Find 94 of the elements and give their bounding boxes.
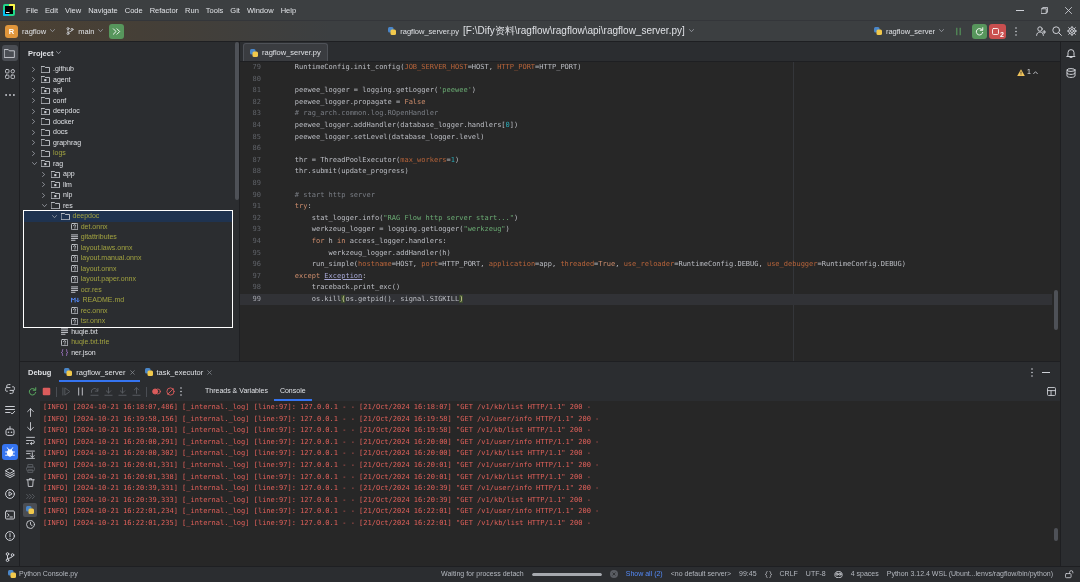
circular-arrow-icon [975, 26, 985, 36]
close-icon[interactable] [1064, 6, 1072, 14]
chevron-right-icon[interactable] [32, 77, 36, 83]
stop-icon [992, 27, 1000, 35]
database-icon[interactable] [1065, 68, 1076, 78]
app-logo-icon [3, 4, 15, 16]
close-icon[interactable] [129, 369, 135, 375]
folder-icon [4, 48, 15, 58]
warning-icon [1017, 68, 1026, 76]
lock-icon[interactable] [1065, 570, 1074, 579]
chevron-down-icon[interactable] [42, 204, 47, 208]
file-path: [F:\Dify资料\ragflow\ragflow\api\ragflow_server.py] [463, 25, 685, 37]
search-icon[interactable] [1052, 26, 1062, 36]
chevron-down-icon [50, 29, 56, 33]
python-icon [144, 368, 153, 376]
scrollbar-thumb[interactable] [1054, 528, 1058, 541]
structure-icon [4, 69, 15, 79]
chevron-right-icon[interactable] [32, 129, 36, 135]
git-branch-icon [66, 27, 75, 35]
chevron-right-icon[interactable] [42, 182, 46, 188]
folder-icon [41, 65, 50, 73]
layers-icon [4, 468, 15, 478]
chevron-down-icon [98, 29, 104, 33]
bell-icon[interactable] [1065, 48, 1076, 58]
settings-icon[interactable] [1067, 26, 1077, 36]
unknown-file-icon [61, 338, 69, 346]
add-user-icon[interactable] [1036, 26, 1046, 36]
python-icon [388, 27, 397, 35]
chevron-down-icon [56, 51, 62, 55]
chevron-down-icon[interactable] [688, 29, 694, 33]
chevron-right-icon[interactable] [32, 108, 36, 114]
chevron-right-icon[interactable] [32, 140, 36, 146]
list-check-icon [4, 405, 15, 415]
unknown-file-icon [70, 244, 78, 252]
layout-icon[interactable] [1047, 387, 1056, 396]
markdown-icon [70, 297, 80, 304]
python-icon [250, 48, 258, 57]
text-file-icon [70, 286, 78, 294]
braces-icon [61, 349, 69, 357]
stop-icon[interactable] [42, 387, 51, 396]
goggles-icon[interactable] [833, 570, 843, 579]
python-icon [4, 384, 15, 394]
double-circle-icon[interactable] [152, 387, 161, 396]
package-folder-icon [51, 170, 60, 178]
pause-icon[interactable] [76, 387, 85, 396]
folder-icon [41, 97, 50, 105]
chevron-right-icon[interactable] [32, 150, 36, 156]
text-file-icon [70, 233, 78, 241]
bug-icon [4, 447, 15, 457]
chevron-down-icon[interactable] [51, 214, 57, 218]
package-folder-icon [41, 107, 50, 115]
circular-arrow-icon[interactable] [28, 387, 37, 396]
robot-icon [4, 426, 15, 436]
unknown-file-icon [70, 307, 78, 315]
minimize-icon[interactable] [1042, 371, 1050, 373]
unknown-file-icon [70, 275, 78, 283]
double-chevron-button[interactable] [109, 23, 125, 39]
chevron-right-icon[interactable] [42, 192, 46, 198]
braces-icon[interactable] [764, 571, 772, 578]
terminal-icon [4, 510, 15, 520]
chevron-right-icon[interactable] [42, 171, 46, 177]
package-folder-icon [41, 76, 50, 84]
minimize-icon[interactable] [1016, 9, 1024, 11]
scrollbar-thumb[interactable] [235, 42, 239, 200]
python-icon [8, 570, 16, 579]
unknown-file-icon [70, 317, 78, 325]
git-branch-icon [4, 552, 15, 562]
chevron-right-icon[interactable] [32, 98, 36, 104]
chevron-right-icon[interactable] [32, 66, 36, 72]
unknown-file-icon [70, 254, 78, 262]
python-icon [873, 27, 882, 35]
package-folder-icon [51, 181, 60, 189]
package-folder-icon [41, 160, 50, 168]
scrollbar-thumb[interactable] [1054, 290, 1058, 330]
chevron-right-icon[interactable] [32, 87, 36, 93]
unknown-file-icon [70, 265, 78, 273]
alert-circle-icon [4, 531, 15, 541]
slashed-circle-icon[interactable] [166, 387, 175, 396]
python-icon [64, 368, 73, 376]
package-folder-icon [51, 191, 60, 199]
tool-window-button[interactable] [1, 45, 18, 61]
chevron-up-icon [1033, 70, 1038, 74]
unknown-file-icon [70, 223, 78, 231]
restore-icon[interactable] [1040, 6, 1048, 14]
play-circle-icon [4, 489, 15, 499]
double-chevron-icon [112, 26, 122, 36]
close-icon[interactable] [207, 369, 213, 375]
package-folder-icon [41, 86, 50, 94]
rerun-button[interactable] [972, 23, 988, 39]
chevron-down-icon [939, 29, 945, 33]
chevron-down-icon[interactable] [32, 162, 37, 166]
chevron-right-icon[interactable] [32, 119, 36, 125]
text-file-icon [61, 328, 69, 336]
tool-window-button[interactable] [1, 444, 18, 460]
